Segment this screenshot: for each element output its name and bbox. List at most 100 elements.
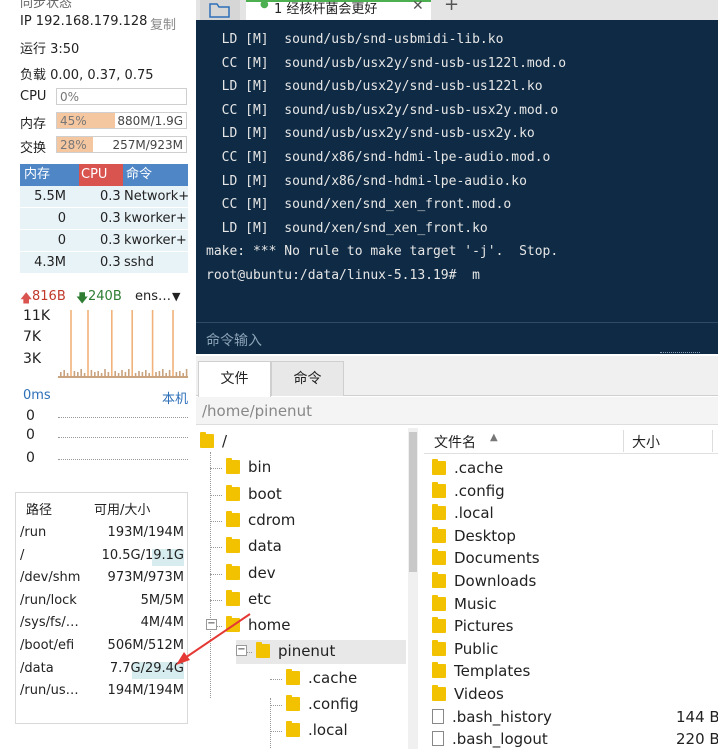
latency-tick: 0 (26, 450, 35, 466)
tree-item[interactable]: .cache (286, 668, 358, 693)
disk-path: /dev/shm (20, 570, 81, 586)
latency-host[interactable]: 本机 (162, 388, 188, 407)
tree-item[interactable]: .config (286, 695, 359, 719)
file-list-item[interactable]: Public (432, 639, 718, 662)
process-row[interactable]: 0 0.3 kworker+ (20, 230, 188, 252)
disk-row[interactable]: /data 7.7G/29.4G (20, 659, 186, 680)
add-tab-icon[interactable]: + (444, 0, 459, 15)
scrollbar-thumb[interactable] (409, 432, 417, 572)
terminal-line: CC [M] sound/xen/snd_xen_front.mod.o (206, 197, 512, 213)
file-size: 144 B (676, 707, 718, 726)
process-memory: 0 (57, 233, 66, 248)
grid-line (58, 459, 188, 460)
tree-connector (270, 731, 282, 733)
terminal-line: LD [M] sound/usb/usx2y/snd-usb-usx2y.ko (206, 126, 535, 142)
column-divider[interactable] (712, 430, 713, 452)
process-row[interactable]: 0 0.3 kworker+ (20, 208, 188, 230)
file-list-item[interactable]: Downloads (432, 572, 718, 594)
tree-item[interactable]: / (200, 432, 227, 456)
file-list-item[interactable]: .bash_history 144 B (432, 708, 718, 730)
disk-row[interactable]: /sys/fs/… 4M/4M (20, 613, 186, 634)
resize-handle[interactable] (660, 352, 700, 353)
column-header-cpu[interactable]: CPU (79, 164, 123, 186)
file-list-item[interactable]: Templates (432, 662, 718, 684)
file-list-item[interactable]: Pictures (432, 617, 718, 639)
disk-size: 973M/973M (107, 570, 184, 586)
tab-files[interactable]: 文件 (198, 361, 271, 397)
folder-icon (432, 617, 446, 634)
sort-ascending-icon: ▲ (490, 432, 498, 443)
terminal-tab[interactable]: ● 1 经核杆菌会更好 ✕ (246, 0, 431, 20)
file-list-item[interactable]: .bash_logout 220 B (432, 730, 718, 749)
terminal-line: LD [M] sound/usb/snd-usbmidi-lib.ko (206, 32, 504, 47)
disk-path: /run/lock (20, 592, 77, 608)
disk-row[interactable]: /run 193M/194M (20, 523, 186, 544)
tree-scrollbar[interactable] (408, 428, 418, 749)
tree-item[interactable]: .local (286, 721, 348, 745)
chevron-down-icon[interactable]: ▼ (172, 290, 180, 303)
tree-item-label: dev (248, 563, 276, 582)
disk-row[interactable]: /run/lock 5M/5M (20, 591, 186, 612)
close-icon[interactable]: ✕ (412, 0, 424, 14)
disk-row[interactable]: /run/us… 194M/194M (20, 681, 186, 702)
upload-arrow-icon: 🡅 (20, 291, 33, 305)
column-header-size[interactable]: 大小 (632, 432, 660, 452)
file-manager-tabs: 文件 命令 (196, 356, 718, 397)
file-list-item[interactable]: Documents (432, 549, 718, 571)
copy-ip-button[interactable]: 复制 (150, 14, 176, 33)
tree-item-label: cdrom (248, 510, 296, 529)
file-name: Public (454, 639, 499, 658)
file-list-header: 文件名 ▲ 大小 (424, 428, 718, 454)
tree-item[interactable]: pinenut (256, 642, 335, 666)
tree-item[interactable]: cdrom (226, 510, 296, 535)
disk-path: /boot/efi (20, 638, 75, 653)
process-command: kworker+ (124, 233, 187, 248)
tree-item[interactable]: dev (226, 563, 276, 588)
folder-icon (432, 662, 446, 679)
disk-table: 路径 可用/大小 /run 193M/194M / 10.5G/19.1G/dev/s… (15, 492, 188, 724)
column-divider[interactable] (623, 430, 624, 452)
open-folder-icon[interactable] (200, 0, 240, 20)
tree-item[interactable]: bin (226, 458, 271, 482)
column-header-command[interactable]: 命令 (126, 164, 152, 186)
traffic-bar (87, 310, 89, 378)
latency-graph: 0ms 本机 0 0 0 (20, 387, 188, 477)
traffic-bar (151, 310, 154, 378)
interface-select[interactable]: ens… (135, 289, 171, 304)
disk-path: /sys/fs/… (20, 615, 79, 631)
process-cpu: 0.3 (100, 255, 121, 270)
network-graph: 🡅 816B 🡇 240B ens… ▼ 11K 7K 3K (20, 288, 188, 378)
file-list-item[interactable]: .config (432, 481, 718, 504)
process-row[interactable]: 4.3M 0.3 sshd (20, 252, 188, 274)
folder-icon (432, 572, 446, 588)
file-list-item[interactable]: .local (432, 504, 718, 526)
download-arrow-icon: 🡇 (76, 291, 89, 305)
terminal-output[interactable]: LD [M] sound/usb/snd-usbmidi-lib.ko CC [… (196, 20, 718, 350)
disk-row[interactable]: /boot/efi 506M/512M (20, 636, 186, 657)
file-list-item[interactable]: Music (432, 594, 718, 617)
disk-header-path: 路径 (26, 503, 53, 518)
file-size: 220 B (676, 730, 718, 749)
tab-commands[interactable]: 命令 (271, 361, 344, 396)
tree-item[interactable]: boot (226, 484, 282, 509)
disk-row[interactable]: /dev/shm 973M/973M (20, 568, 186, 589)
tree-item-label: .cache (308, 668, 358, 687)
tree-item-label: boot (248, 484, 282, 503)
column-header-filename[interactable]: 文件名 (434, 432, 476, 452)
file-name: Templates (454, 662, 531, 681)
disk-row[interactable]: / 10.5G/19.1G (20, 546, 186, 567)
folder-icon (256, 642, 270, 659)
command-input[interactable]: 命令输入 (196, 322, 718, 354)
file-list-item[interactable]: .cache (432, 459, 718, 481)
process-row[interactable]: 5.5M 0.3 Network+ (20, 186, 189, 208)
cpu-percent: 0% (60, 90, 80, 104)
swap-label: 交换 (20, 141, 47, 156)
annotation-arrow (176, 613, 251, 665)
file-list-item[interactable]: Videos (432, 685, 718, 707)
column-header-memory[interactable]: 内存 (24, 164, 50, 186)
disk-path: / (20, 547, 25, 563)
path-bar[interactable]: /home/pinenut (196, 397, 718, 425)
file-list-item[interactable]: Desktop (432, 526, 718, 549)
tree-item[interactable]: data (226, 537, 282, 561)
memory-meter: 45% 880M/1.9G (56, 112, 187, 129)
